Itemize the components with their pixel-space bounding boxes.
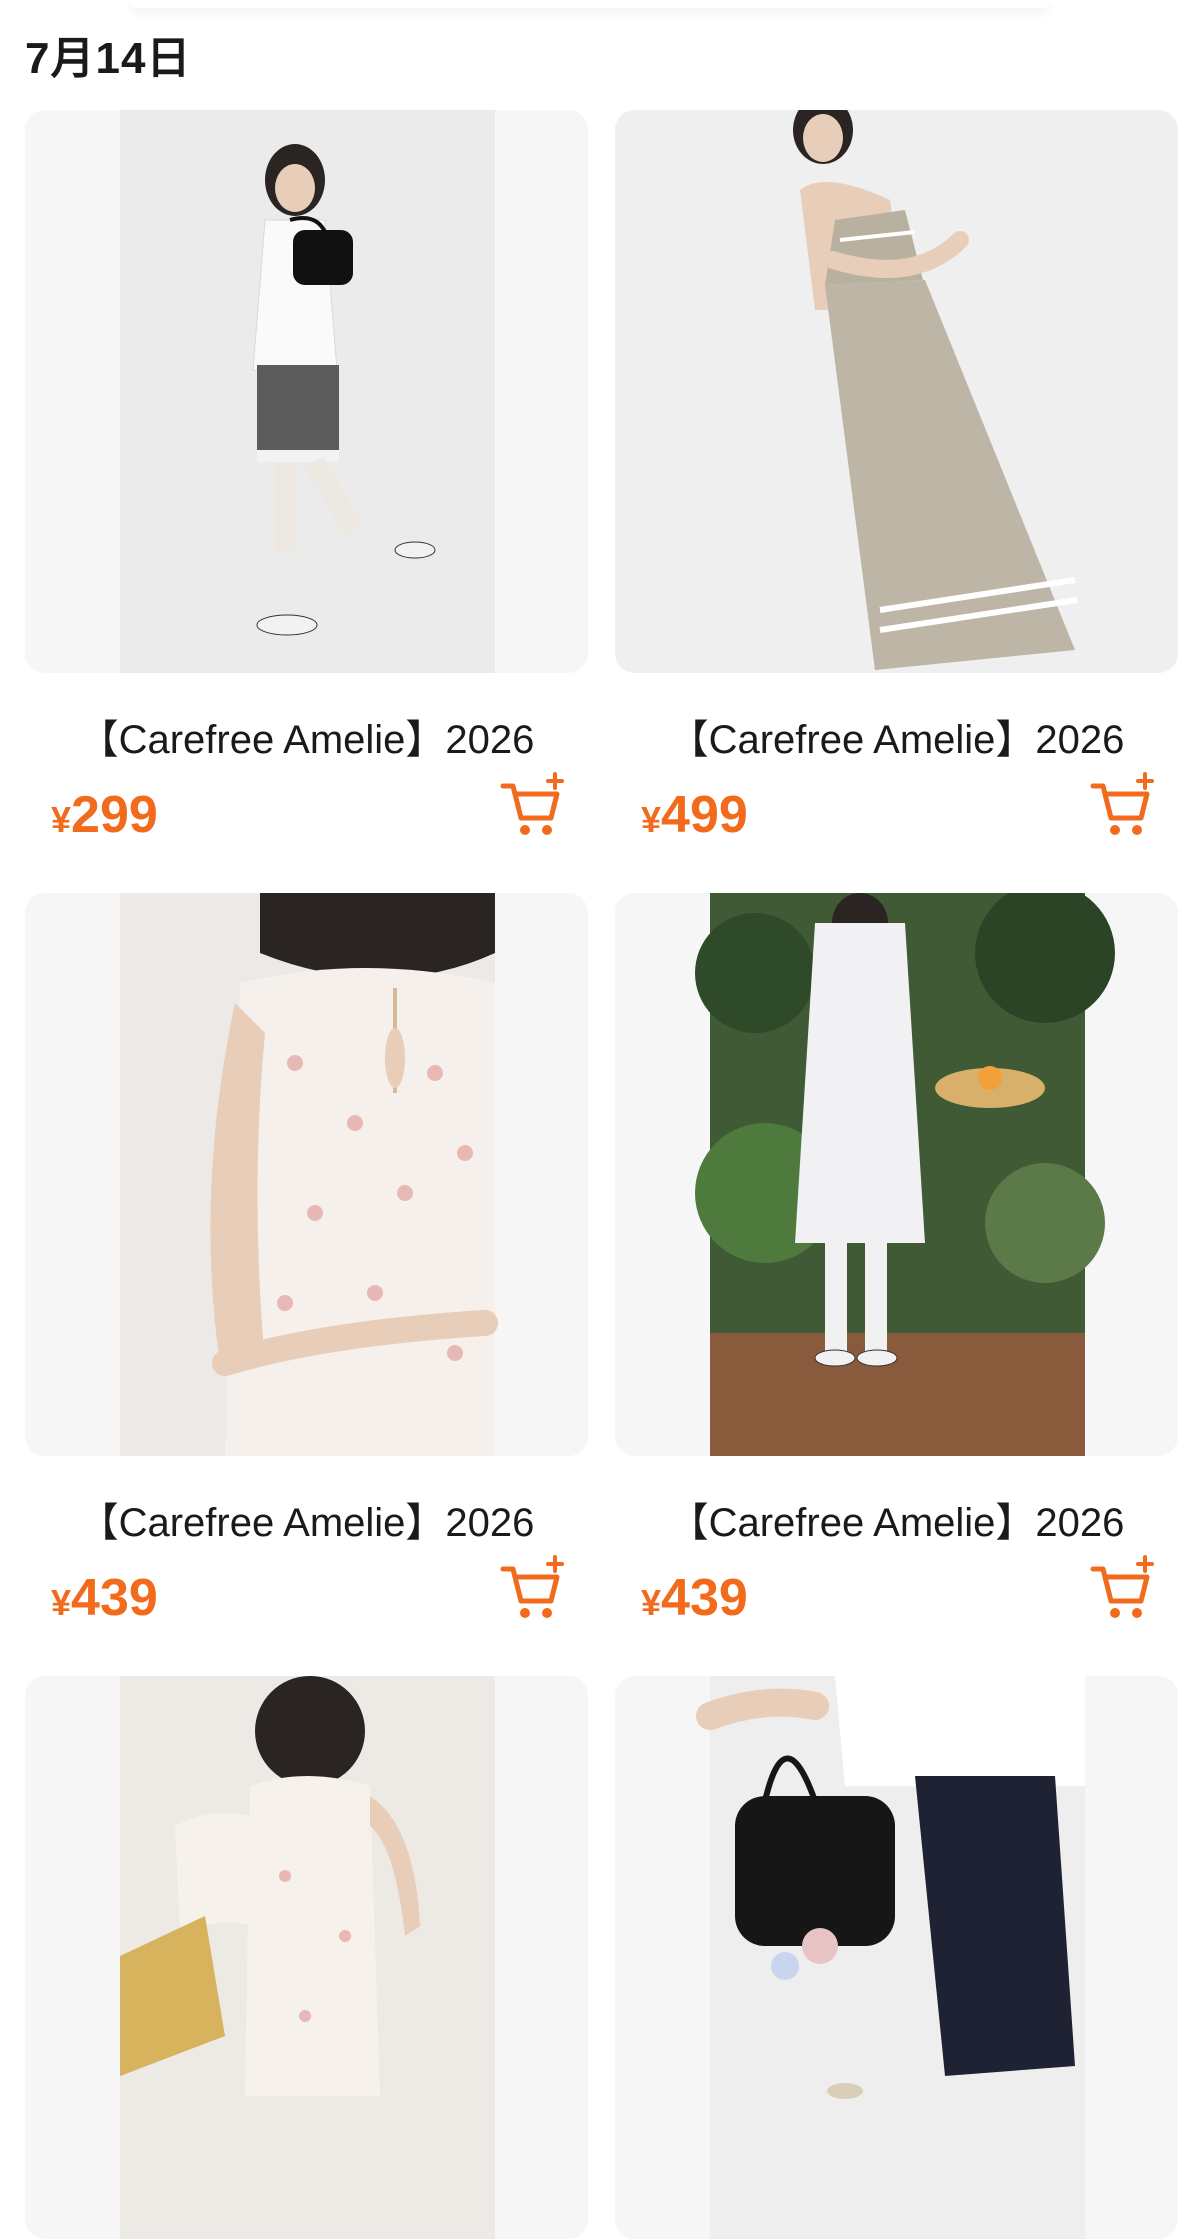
product-image[interactable] [615, 110, 1178, 673]
add-to-cart-icon [1090, 772, 1154, 835]
product-title[interactable]: 【Carefree Amelie】2026 [615, 707, 1178, 765]
add-to-cart-button[interactable] [497, 770, 569, 842]
product-image[interactable] [25, 1676, 588, 2239]
add-to-cart-button[interactable] [497, 1553, 569, 1625]
product-title[interactable]: 【Carefree Amelie】2026 [615, 1490, 1178, 1548]
product-price: ¥439 [51, 1568, 158, 1628]
product-title[interactable]: 【Carefree Amelie】2026 [25, 707, 588, 765]
top-bar-shadow [130, 0, 1050, 8]
price-value: 439 [661, 1569, 748, 1627]
date-header: 7月14日 [25, 34, 192, 83]
add-to-cart-icon [1090, 1555, 1154, 1618]
product-image[interactable] [615, 1676, 1178, 2239]
product-title[interactable]: 【Carefree Amelie】2026 [25, 1490, 588, 1548]
add-to-cart-button[interactable] [1087, 770, 1159, 842]
price-value: 299 [71, 786, 158, 844]
currency-symbol: ¥ [51, 1582, 72, 1623]
product-price: ¥439 [641, 1568, 748, 1628]
product-image[interactable] [25, 893, 588, 1456]
currency-symbol: ¥ [641, 799, 662, 840]
product-price: ¥299 [51, 785, 158, 845]
price-value: 499 [661, 786, 748, 844]
add-to-cart-button[interactable] [1087, 1553, 1159, 1625]
product-image[interactable] [615, 893, 1178, 1456]
price-value: 439 [71, 1569, 158, 1627]
add-to-cart-icon [500, 1555, 564, 1618]
product-image[interactable] [25, 110, 588, 673]
currency-symbol: ¥ [51, 799, 72, 840]
product-price: ¥499 [641, 785, 748, 845]
add-to-cart-icon [500, 772, 564, 835]
currency-symbol: ¥ [641, 1582, 662, 1623]
